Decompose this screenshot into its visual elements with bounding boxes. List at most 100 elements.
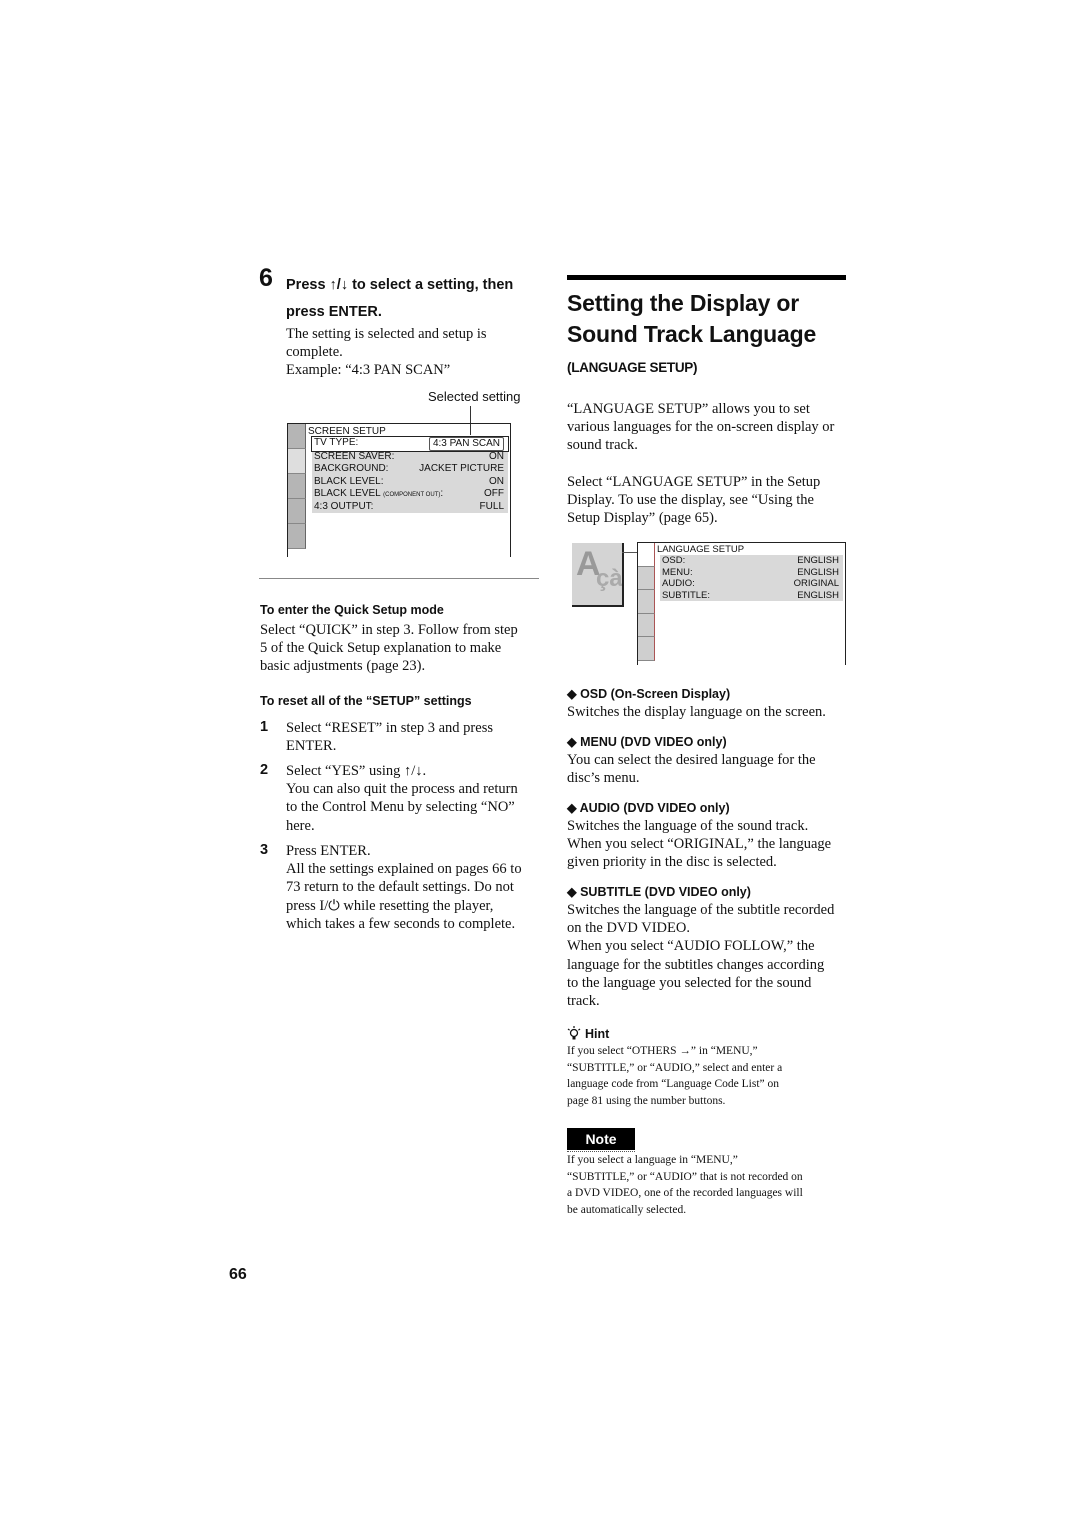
note-body: If you select a language in “MENU,” “SUB…	[567, 1152, 852, 1218]
reset-heading: To reset all of the “SETUP” settings	[260, 694, 472, 708]
osd-tab	[288, 524, 306, 549]
text-line: Display. To use the display, see “Using …	[567, 492, 814, 509]
osd-tab	[638, 637, 655, 661]
text-line: If you select “OTHERS →” in “MENU,”	[567, 1045, 758, 1057]
reset-step-number: 3	[260, 842, 269, 858]
text-line: “SUBTITLE,” or “AUDIO,” select and enter…	[567, 1061, 783, 1074]
text-line: Select “YES” using ↑/↓.	[286, 763, 427, 779]
text-line: 5 of the Quick Setup explanation to make	[260, 640, 502, 657]
osd-row-menu: MENU: ENGLISH	[660, 567, 843, 579]
text-line: a DVD VIDEO, one of the recorded languag…	[567, 1187, 803, 1199]
item-heading-audio: ◆ AUDIO (DVD VIDEO only)	[567, 801, 730, 815]
text-line: on the DVD VIDEO.	[567, 920, 690, 937]
title-line: Sound Track Language	[567, 321, 817, 347]
text-line: language for the subtitles changes accor…	[567, 956, 825, 973]
text-line: which takes a few seconds to complete.	[286, 915, 516, 932]
text-line: be automatically selected.	[567, 1203, 687, 1216]
text-line: Select “QUICK” in step 3. Follow from st…	[260, 622, 518, 638]
osd-row-audio: AUDIO: ORIGINAL	[660, 578, 843, 590]
osd-tab-active	[638, 543, 655, 567]
text-line: Switches the display language on the scr…	[567, 704, 826, 720]
item-heading-osd: ◆ OSD (On-Screen Display)	[567, 687, 731, 701]
osd-row-black-level-component: BLACK LEVEL (COMPONENT OUT): OFF	[312, 488, 508, 501]
language-setup-icon: A çà	[572, 543, 624, 607]
osd-row-black-level: BLACK LEVEL: ON	[312, 476, 508, 488]
reset-step-3: Press ENTER. All the settings explained …	[286, 842, 541, 933]
osd-row-label: SUBTITLE:	[662, 589, 711, 601]
osd-row-value: JACKET PICTURE	[419, 463, 504, 475]
osd-row-label: BLACK LEVEL:	[314, 475, 384, 487]
text-line: to the language you selected for the sou…	[567, 974, 812, 991]
osd-row-label-main: BLACK LEVEL	[314, 487, 381, 499]
text-line: given priority in the disc is selected.	[567, 854, 777, 871]
step-heading: Press ↑/↓ to select a setting, then pres…	[286, 272, 546, 326]
language-icon-glyph-small: çà	[596, 565, 623, 592]
osd-row-value-selected: 4:3 PAN SCAN	[428, 437, 504, 452]
section-title: Setting the Display or Sound Track Langu…	[567, 288, 852, 350]
text-line: complete.	[286, 344, 343, 361]
osd-row-value: ORIGINAL	[793, 578, 839, 589]
text-line: “SUBTITLE,” or “AUDIO” that is not recor…	[567, 1170, 803, 1183]
text-line: You can also quit the process and return	[286, 781, 518, 798]
osd-row-label: MENU:	[662, 566, 693, 578]
section-subtitle: (LANGUAGE SETUP)	[567, 360, 698, 375]
osd-row-label: 4:3 OUTPUT:	[314, 501, 374, 513]
hint-label: Hint	[585, 1026, 610, 1041]
item-heading-subtitle: ◆ SUBTITLE (DVD VIDEO only)	[567, 885, 751, 899]
osd-title: SCREEN SETUP	[308, 426, 386, 437]
item-heading-menu: ◆ MENU (DVD VIDEO only)	[567, 735, 727, 749]
osd-row-label: SCREEN SAVER:	[314, 451, 395, 463]
text-line: track.	[567, 993, 600, 1010]
reset-step-2: Select “YES” using ↑/↓. You can also qui…	[286, 762, 541, 835]
reset-step-number: 2	[260, 762, 269, 778]
osd-row-label-small: (COMPONENT OUT)	[383, 491, 441, 498]
osd-tab	[288, 499, 306, 524]
osd-settings-panel: TV TYPE: 4:3 PAN SCAN SCREEN SAVER: ON B…	[311, 435, 509, 514]
osd-tab	[638, 590, 655, 614]
osd-row-value: ENGLISH	[797, 555, 839, 566]
text-line: Press ENTER.	[286, 843, 371, 859]
page-number: 66	[229, 1266, 247, 1283]
osd-row-value: FULL	[479, 501, 504, 513]
item-body-osd: Switches the display language on the scr…	[567, 703, 852, 721]
osd-row-value: ENGLISH	[797, 566, 839, 578]
osd-row-value: OFF	[484, 487, 504, 499]
text-line: Switches the language of the sound track…	[567, 818, 809, 834]
osd-title: LANGUAGE SETUP	[657, 544, 745, 555]
osd-row-screen-saver: SCREEN SAVER: ON	[312, 451, 508, 463]
osd-row-label: AUDIO:	[662, 578, 695, 589]
callout-label: Selected setting	[428, 389, 521, 404]
text-line: Select “LANGUAGE SETUP” in the Setup	[567, 474, 821, 490]
item-body-menu: You can select the desired language for …	[567, 751, 852, 787]
osd-row-label: TV TYPE:	[314, 437, 359, 448]
osd-row-label: BACKGROUND:	[314, 463, 389, 475]
osd-tab-active	[288, 449, 306, 474]
step-heading-line: press ENTER.	[286, 304, 382, 320]
text-line: disc’s menu.	[567, 770, 640, 787]
text-line: to the Control Menu by selecting “NO”	[286, 799, 515, 816]
title-line: Setting the Display or	[567, 290, 800, 316]
osd-tab-column	[638, 543, 655, 661]
text-line: Select “RESET” in step 3 and press	[286, 720, 493, 736]
text-line: press I/⏻ while resetting the player,	[286, 897, 494, 914]
text-line: page 81 using the number buttons.	[567, 1094, 726, 1107]
reset-step-number: 1	[260, 719, 269, 735]
osd-row-subtitle: SUBTITLE: ENGLISH	[660, 590, 843, 602]
text-line: ENTER.	[286, 738, 337, 755]
note-badge: Note	[567, 1128, 635, 1150]
osd-row-value: ON	[489, 475, 504, 487]
osd-row-osd: OSD: ENGLISH	[660, 555, 843, 567]
osd-tab	[638, 613, 655, 637]
reset-step-1: Select “RESET” in step 3 and press ENTER…	[286, 719, 541, 755]
text-line: various languages for the on-screen disp…	[567, 419, 835, 436]
text-line: If you select a language in “MENU,”	[567, 1154, 738, 1166]
hint-body: If you select “OTHERS →” in “MENU,” “SUB…	[567, 1043, 852, 1109]
step-heading-line: Press ↑/↓ to select a setting, then	[286, 277, 514, 293]
osd-tab	[288, 474, 306, 499]
text-line: here.	[286, 817, 315, 834]
intro-paragraph-2: Select “LANGUAGE SETUP” in the Setup Dis…	[567, 473, 852, 528]
osd-row-label: BLACK LEVEL (COMPONENT OUT):	[314, 487, 444, 499]
text-line: When you select “AUDIO FOLLOW,” the	[567, 938, 815, 955]
osd-tab	[288, 424, 306, 449]
text-line: All the settings explained on pages 66 t…	[286, 861, 522, 878]
